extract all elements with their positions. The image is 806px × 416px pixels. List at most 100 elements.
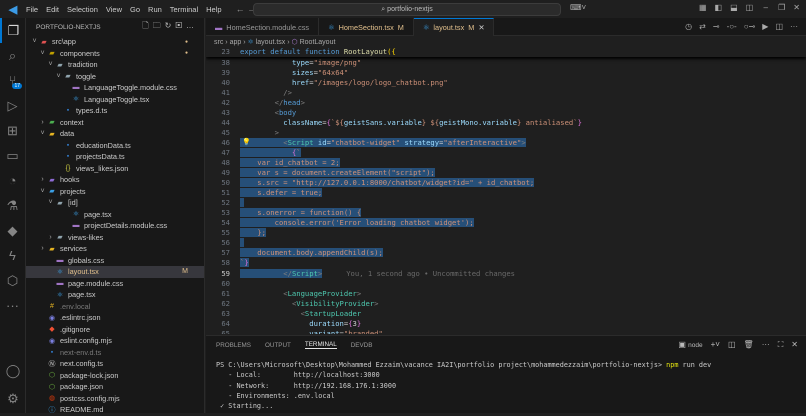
split-editor-icon[interactable]: ◫ <box>775 22 783 31</box>
breadcrumb-item[interactable]: app <box>230 39 242 46</box>
tab-homesection-module-css[interactable]: ▬ HomeSection.module.css <box>206 18 320 36</box>
tree-item[interactable]: ◉ .eslintrc.json <box>26 312 204 324</box>
tree-item[interactable]: ▪ types.d.ts <box>26 105 204 117</box>
tree-item[interactable]: ▬ globals.css <box>26 255 204 267</box>
breadcrumb-item[interactable]: layout.tsx <box>256 39 286 46</box>
toggle-sidebar-icon[interactable]: ◧ <box>715 3 723 12</box>
code-token: </ <box>283 268 292 278</box>
lightbulb-icon[interactable]: 💡 <box>242 138 251 146</box>
tree-item[interactable]: ◍ postcss.config.mjs <box>26 393 204 405</box>
tree-item[interactable]: › ▰ views-likes <box>26 232 204 244</box>
tree-item[interactable]: ⓘ README.md <box>26 404 204 416</box>
tree-item[interactable]: ◉ eslint.config.mjs <box>26 335 204 347</box>
tree-item[interactable]: › ▰ hooks <box>26 174 204 186</box>
compare-icon[interactable]: ⇄ <box>699 22 706 31</box>
chevron-icon: › <box>41 245 44 253</box>
maximize-icon[interactable]: ❐ <box>778 3 785 12</box>
run-debug-icon[interactable]: ▷ <box>0 93 25 118</box>
terminal-output[interactable]: PS C:\Users\Microsoft\Desktop\Mohammed E… <box>206 361 806 410</box>
close-tab-icon[interactable]: ✕ <box>478 23 484 32</box>
menu-terminal[interactable]: Terminal <box>170 5 198 14</box>
search-icon[interactable]: ⌕ <box>0 43 25 68</box>
code-editor[interactable]: 23 export default function RootLayout({38… <box>206 46 806 334</box>
kill-terminal-icon[interactable]: 🗑 <box>744 340 754 350</box>
tree-item[interactable]: ˅ ▰ tradiction <box>26 59 204 71</box>
tree-item[interactable]: ⚛ layout.tsx M <box>26 266 204 278</box>
tree-item[interactable]: ˅ ▰ toggle <box>26 71 204 83</box>
tree-item[interactable]: ˅ ▰ [id] <box>26 197 204 209</box>
git-commit-icon[interactable]: -○- <box>727 22 737 31</box>
testing-icon[interactable]: ⚗ <box>0 193 25 218</box>
tree-item[interactable]: ˅ ▰ components ● <box>26 48 204 60</box>
panel-tab-output[interactable]: OUTPUT <box>265 342 291 349</box>
database-icon[interactable]: ⬡ <box>0 268 25 293</box>
minimize-icon[interactable]: – <box>761 3 770 12</box>
close-panel-icon[interactable]: ✕ <box>791 340 798 350</box>
tree-item[interactable]: ˅ ▰ src\app ● <box>26 36 204 48</box>
panel-tab-devdb[interactable]: DEVDB <box>351 342 373 349</box>
tree-item[interactable]: {} views_likes.json <box>26 163 204 175</box>
explorer-icon[interactable]: ❐ <box>0 18 25 43</box>
more-actions-icon[interactable]: ··· <box>790 22 798 31</box>
tree-item[interactable]: Ⓝnext.config.ts <box>26 358 204 370</box>
tree-item[interactable]: ▬ page.module.css <box>26 278 204 290</box>
more-icon[interactable]: ··· <box>762 340 770 350</box>
git-graph-icon[interactable]: ◔ <box>0 168 25 193</box>
tree-item[interactable]: ⬡ package-lock.json <box>26 370 204 382</box>
split-terminal-icon[interactable]: ◫ <box>728 340 736 350</box>
layout-icon[interactable]: ▦ <box>699 3 707 12</box>
command-center-search[interactable]: ⌕ portfolio-nextjs <box>253 3 561 16</box>
menu-edit[interactable]: Edit <box>46 5 59 14</box>
tree-item[interactable]: › ▰ context <box>26 117 204 129</box>
explorer-toolbar[interactable]: 🗋🗀↻▣… <box>142 20 198 34</box>
git-next-icon[interactable]: ○⊸ <box>744 22 756 31</box>
menu-file[interactable]: File <box>26 5 38 14</box>
run-icon[interactable]: ▶ <box>762 22 768 31</box>
copilot-icon[interactable]: ⌨˅ <box>570 3 586 12</box>
panel-tab-terminal[interactable]: TERMINAL <box>304 341 337 349</box>
source-control-icon[interactable]: ⑂ 17 <box>0 68 25 93</box>
account-icon[interactable]: ◯ <box>0 358 26 383</box>
tab-homesection-tsx[interactable]: ⚛ HomeSection.tsx M <box>319 18 414 36</box>
toggle-panel-icon[interactable]: ⬓ <box>730 3 738 12</box>
tree-item[interactable]: ⬡ package.json <box>26 381 204 393</box>
tree-item[interactable]: ▪ projectsData.ts <box>26 151 204 163</box>
breadcrumb-item[interactable]: RootLayout <box>300 39 336 46</box>
folder-icon: ▰ <box>49 245 55 253</box>
tree-item[interactable]: ⚛ LanguageToggle.tsx <box>26 94 204 106</box>
breadcrumb-item[interactable]: src <box>214 39 223 46</box>
tree-item[interactable]: ▬ projectDetails.module.css <box>26 220 204 232</box>
remote-explorer-icon[interactable]: ▭ <box>0 143 25 168</box>
git-prev-icon[interactable]: ⊸ <box>713 22 720 31</box>
close-window-icon[interactable]: ✕ <box>793 3 800 12</box>
tree-item[interactable]: # .env.local <box>26 301 204 313</box>
extensions-icon[interactable]: ⊞ <box>0 118 25 143</box>
menu-selection[interactable]: Selection <box>67 5 98 14</box>
tree-item[interactable]: ⚛ page.tsx <box>26 209 204 221</box>
tree-item[interactable]: ˅ ▰ data <box>26 128 204 140</box>
python-icon[interactable]: ◆ <box>0 218 25 243</box>
tab-layout-tsx[interactable]: ⚛ layout.tsx M ✕ <box>413 18 495 36</box>
tree-item[interactable]: ▪ next-env.d.ts <box>26 347 204 359</box>
new-terminal-icon[interactable]: +˅ <box>711 340 720 350</box>
menu-help[interactable]: Help <box>206 5 221 14</box>
chevron-icon: ˅ <box>40 49 45 57</box>
toggle-secondary-icon[interactable]: ◫ <box>746 3 754 12</box>
tree-item[interactable]: ▬ LanguageToggle.module.css <box>26 82 204 94</box>
panel-tab-problems[interactable]: PROBLEMS <box>216 342 251 349</box>
more-icon[interactable]: ··· <box>0 293 25 318</box>
maximize-panel-icon[interactable]: ⛶ <box>778 340 784 350</box>
tree-item[interactable]: ˅ ▰ projects <box>26 186 204 198</box>
terminal-shell[interactable]: ▣ node <box>678 340 702 350</box>
timeline-icon[interactable]: ◷ <box>685 22 692 31</box>
menu-go[interactable]: Go <box>130 5 140 14</box>
tree-item[interactable]: ⚛ page.tsx <box>26 289 204 301</box>
tree-item[interactable]: › ▰ services <box>26 243 204 255</box>
menu-view[interactable]: View <box>106 5 122 14</box>
menu-run[interactable]: Run <box>148 5 162 14</box>
thunder-client-icon[interactable]: ϟ <box>0 243 25 268</box>
tree-item[interactable]: ▪ educationData.ts <box>26 140 204 152</box>
tree-item[interactable]: ◆ .gitignore <box>26 324 204 336</box>
settings-gear-icon[interactable]: ⚙ <box>0 386 26 411</box>
